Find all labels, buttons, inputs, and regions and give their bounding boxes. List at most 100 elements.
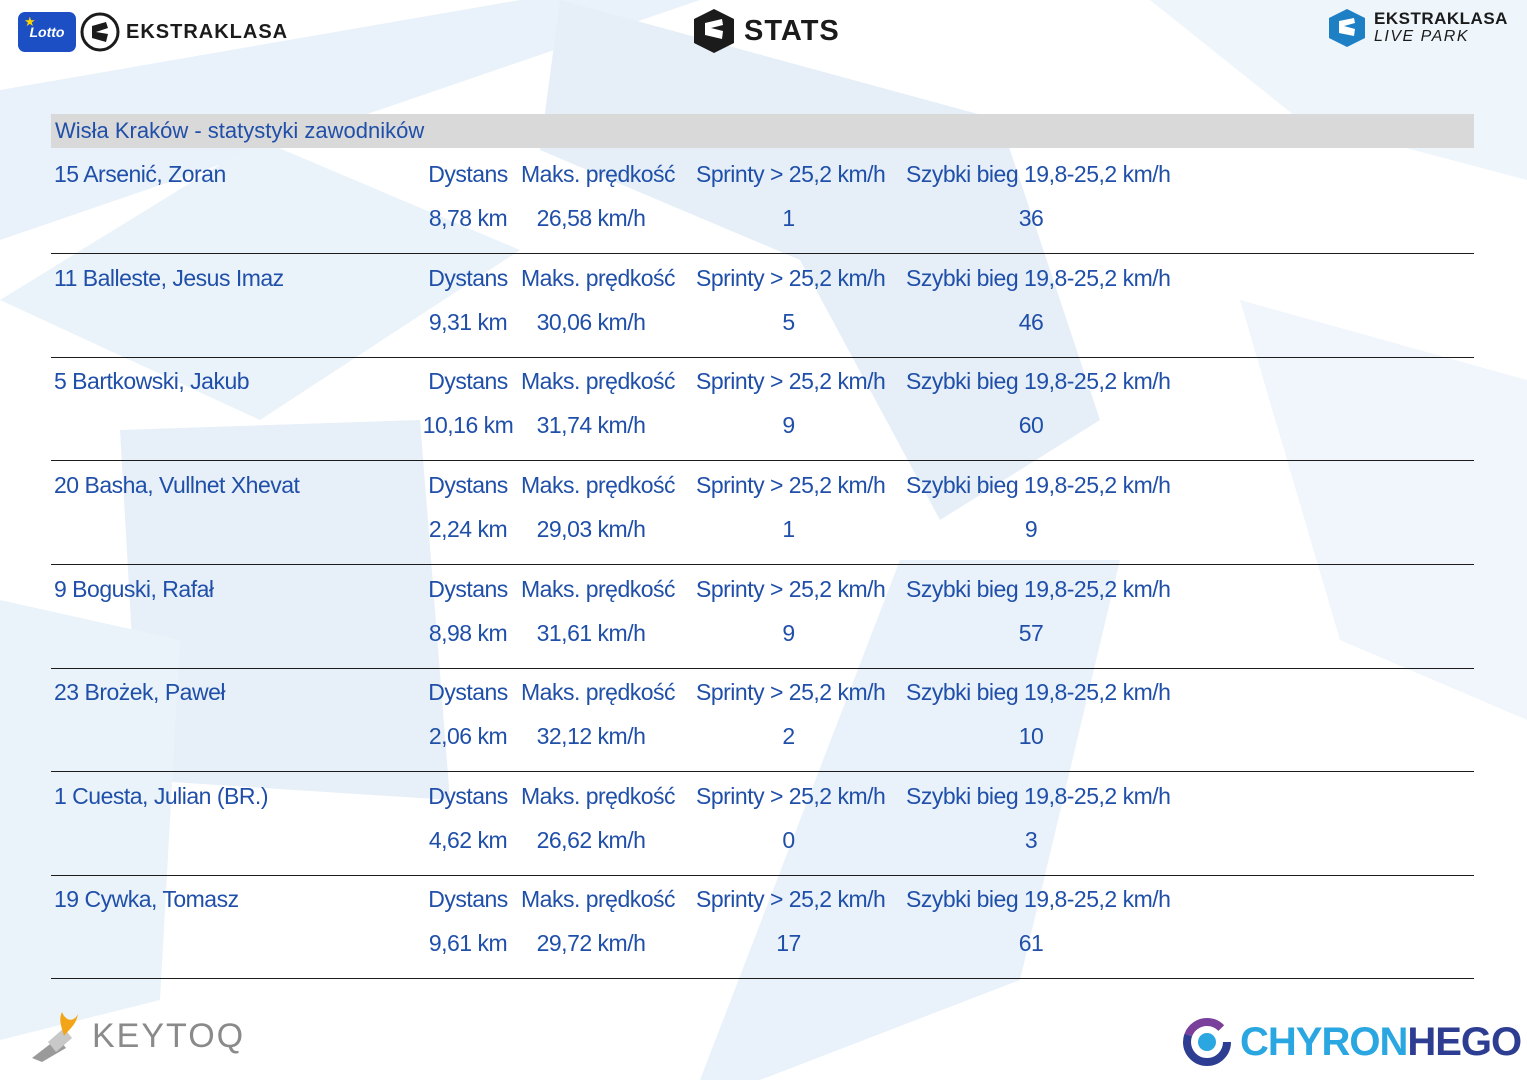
label-distance: Dystans xyxy=(428,783,508,809)
value-distance: 8,78 km xyxy=(428,205,508,231)
value-distance: 2,24 km xyxy=(428,516,508,542)
label-sprints: Sprinty > 25,2 km/h xyxy=(696,783,886,809)
value-sprints: 1 xyxy=(782,205,795,231)
label-distance: Dystans xyxy=(428,886,508,912)
keytoq-wordmark: KEYTOQ xyxy=(92,1016,246,1055)
label-sprints: Sprinty > 25,2 km/h xyxy=(696,161,886,187)
label-sprints: Sprinty > 25,2 km/h xyxy=(696,679,886,705)
chyronhego-logo: CHYRONHEGO xyxy=(1182,1016,1522,1068)
value-max-speed: 29,03 km/h xyxy=(536,516,646,542)
value-sprints: 9 xyxy=(782,620,795,646)
label-sprints: Sprinty > 25,2 km/h xyxy=(696,886,886,912)
label-sprints: Sprinty > 25,2 km/h xyxy=(696,265,886,291)
value-max-speed: 31,61 km/h xyxy=(536,620,646,646)
player-row: 20 Basha, Vullnet Xhevat Dystans Maks. p… xyxy=(51,460,1474,565)
live-park-shield-icon xyxy=(1329,9,1365,47)
value-distance: 9,61 km xyxy=(428,930,508,956)
player-name: 1 Cuesta, Julian (BR.) xyxy=(54,783,268,809)
label-max-speed: Maks. prędkość xyxy=(521,265,676,291)
value-max-speed: 32,12 km/h xyxy=(536,723,646,749)
chyronhego-wordmark-part1: CHYRON xyxy=(1240,1019,1408,1064)
label-distance: Dystans xyxy=(428,679,508,705)
lotto-badge: ★ Lotto xyxy=(18,12,76,52)
player-row: 15 Arsenić, Zoran Dystans Maks. prędkość… xyxy=(51,149,1474,254)
value-distance: 2,06 km xyxy=(428,723,508,749)
stats-shield-icon xyxy=(694,9,734,53)
value-sprints: 2 xyxy=(782,723,795,749)
label-distance: Dystans xyxy=(428,576,508,602)
chyronhego-wordmark-part2: HEGO xyxy=(1407,1019,1522,1064)
value-sprints: 17 xyxy=(776,930,801,956)
player-name: 5 Bartkowski, Jakub xyxy=(54,368,250,394)
value-max-speed: 26,62 km/h xyxy=(536,827,646,853)
label-distance: Dystans xyxy=(428,472,508,498)
value-fast-run: 36 xyxy=(1018,205,1044,231)
star-icon: ★ xyxy=(24,14,36,29)
label-max-speed: Maks. prędkość xyxy=(521,679,676,705)
value-fast-run: 46 xyxy=(1018,309,1044,335)
value-fast-run: 60 xyxy=(1018,412,1044,438)
ekstraklasa-wordmark: EKSTRAKLASA xyxy=(126,20,289,43)
value-fast-run: 10 xyxy=(1018,723,1044,749)
label-fast-run: Szybki bieg 19,8-25,2 km/h xyxy=(906,472,1171,498)
chyronhego-wordmark: CHYRONHEGO xyxy=(1240,1019,1522,1065)
player-row: 1 Cuesta, Julian (BR.) Dystans Maks. prę… xyxy=(51,771,1474,876)
player-name: 9 Boguski, Rafał xyxy=(54,576,214,602)
label-sprints: Sprinty > 25,2 km/h xyxy=(696,368,886,394)
player-row: 9 Boguski, Rafał Dystans Maks. prędkość … xyxy=(51,564,1474,669)
label-max-speed: Maks. prędkość xyxy=(521,472,676,498)
value-max-speed: 31,74 km/h xyxy=(536,412,646,438)
live-park-line1: EKSTRAKLASA xyxy=(1374,9,1508,28)
label-max-speed: Maks. prędkość xyxy=(521,368,676,394)
chyronhego-swirl-icon xyxy=(1183,1018,1231,1066)
label-fast-run: Szybki bieg 19,8-25,2 km/h xyxy=(906,161,1171,187)
ekstraklasa-ball-icon xyxy=(80,12,120,52)
label-max-speed: Maks. prędkość xyxy=(521,161,676,187)
ekstraklasa-lotto-logo: ★ Lotto EKSTRAKLASA xyxy=(18,10,288,54)
player-name: 19 Cywka, Tomasz xyxy=(54,886,239,912)
value-max-speed: 29,72 km/h xyxy=(536,930,646,956)
value-distance: 9,31 km xyxy=(428,309,508,335)
player-name: 23 Brożek, Paweł xyxy=(54,679,225,705)
value-distance: 8,98 km xyxy=(428,620,508,646)
label-fast-run: Szybki bieg 19,8-25,2 km/h xyxy=(906,368,1171,394)
label-max-speed: Maks. prędkość xyxy=(521,576,676,602)
value-distance: 10,16 km xyxy=(422,412,514,438)
value-max-speed: 26,58 km/h xyxy=(536,205,646,231)
player-row: 11 Balleste, Jesus Imaz Dystans Maks. pr… xyxy=(51,253,1474,358)
label-fast-run: Szybki bieg 19,8-25,2 km/h xyxy=(906,679,1171,705)
stats-wordmark: STATS xyxy=(744,14,840,47)
player-name: 11 Balleste, Jesus Imaz xyxy=(54,265,284,291)
value-sprints: 1 xyxy=(782,516,795,542)
label-max-speed: Maks. prędkość xyxy=(521,886,676,912)
value-sprints: 9 xyxy=(782,412,795,438)
label-sprints: Sprinty > 25,2 km/h xyxy=(696,576,886,602)
ekstraklasa-live-park-logo: EKSTRAKLASA LIVE PARK xyxy=(1326,6,1508,50)
label-fast-run: Szybki bieg 19,8-25,2 km/h xyxy=(906,576,1171,602)
value-fast-run: 3 xyxy=(1024,827,1038,853)
label-fast-run: Szybki bieg 19,8-25,2 km/h xyxy=(906,886,1171,912)
value-max-speed: 30,06 km/h xyxy=(536,309,646,335)
label-distance: Dystans xyxy=(428,161,508,187)
label-max-speed: Maks. prędkość xyxy=(521,783,676,809)
value-sprints: 5 xyxy=(782,309,795,335)
player-name: 20 Basha, Vullnet Xhevat xyxy=(54,472,300,498)
value-distance: 4,62 km xyxy=(428,827,508,853)
label-distance: Dystans xyxy=(428,368,508,394)
value-fast-run: 9 xyxy=(1024,516,1038,542)
table-title-bar: Wisła Kraków - statystyki zawodników xyxy=(51,114,1474,148)
player-row: 5 Bartkowski, Jakub Dystans Maks. prędko… xyxy=(51,356,1474,461)
label-fast-run: Szybki bieg 19,8-25,2 km/h xyxy=(906,265,1171,291)
keytoq-emblem-icon xyxy=(32,1012,78,1062)
value-sprints: 0 xyxy=(782,827,795,853)
value-fast-run: 61 xyxy=(1018,930,1044,956)
player-row: 23 Brożek, Paweł Dystans Maks. prędkość … xyxy=(51,667,1474,772)
live-park-line2: LIVE PARK xyxy=(1374,28,1470,45)
keytoq-logo: KEYTOQ xyxy=(28,1006,245,1066)
value-fast-run: 57 xyxy=(1018,620,1044,646)
label-distance: Dystans xyxy=(428,265,508,291)
label-sprints: Sprinty > 25,2 km/h xyxy=(696,472,886,498)
label-fast-run: Szybki bieg 19,8-25,2 km/h xyxy=(906,783,1171,809)
ekstraklasa-stats-logo: STATS xyxy=(690,6,840,56)
player-name: 15 Arsenić, Zoran xyxy=(54,161,226,187)
